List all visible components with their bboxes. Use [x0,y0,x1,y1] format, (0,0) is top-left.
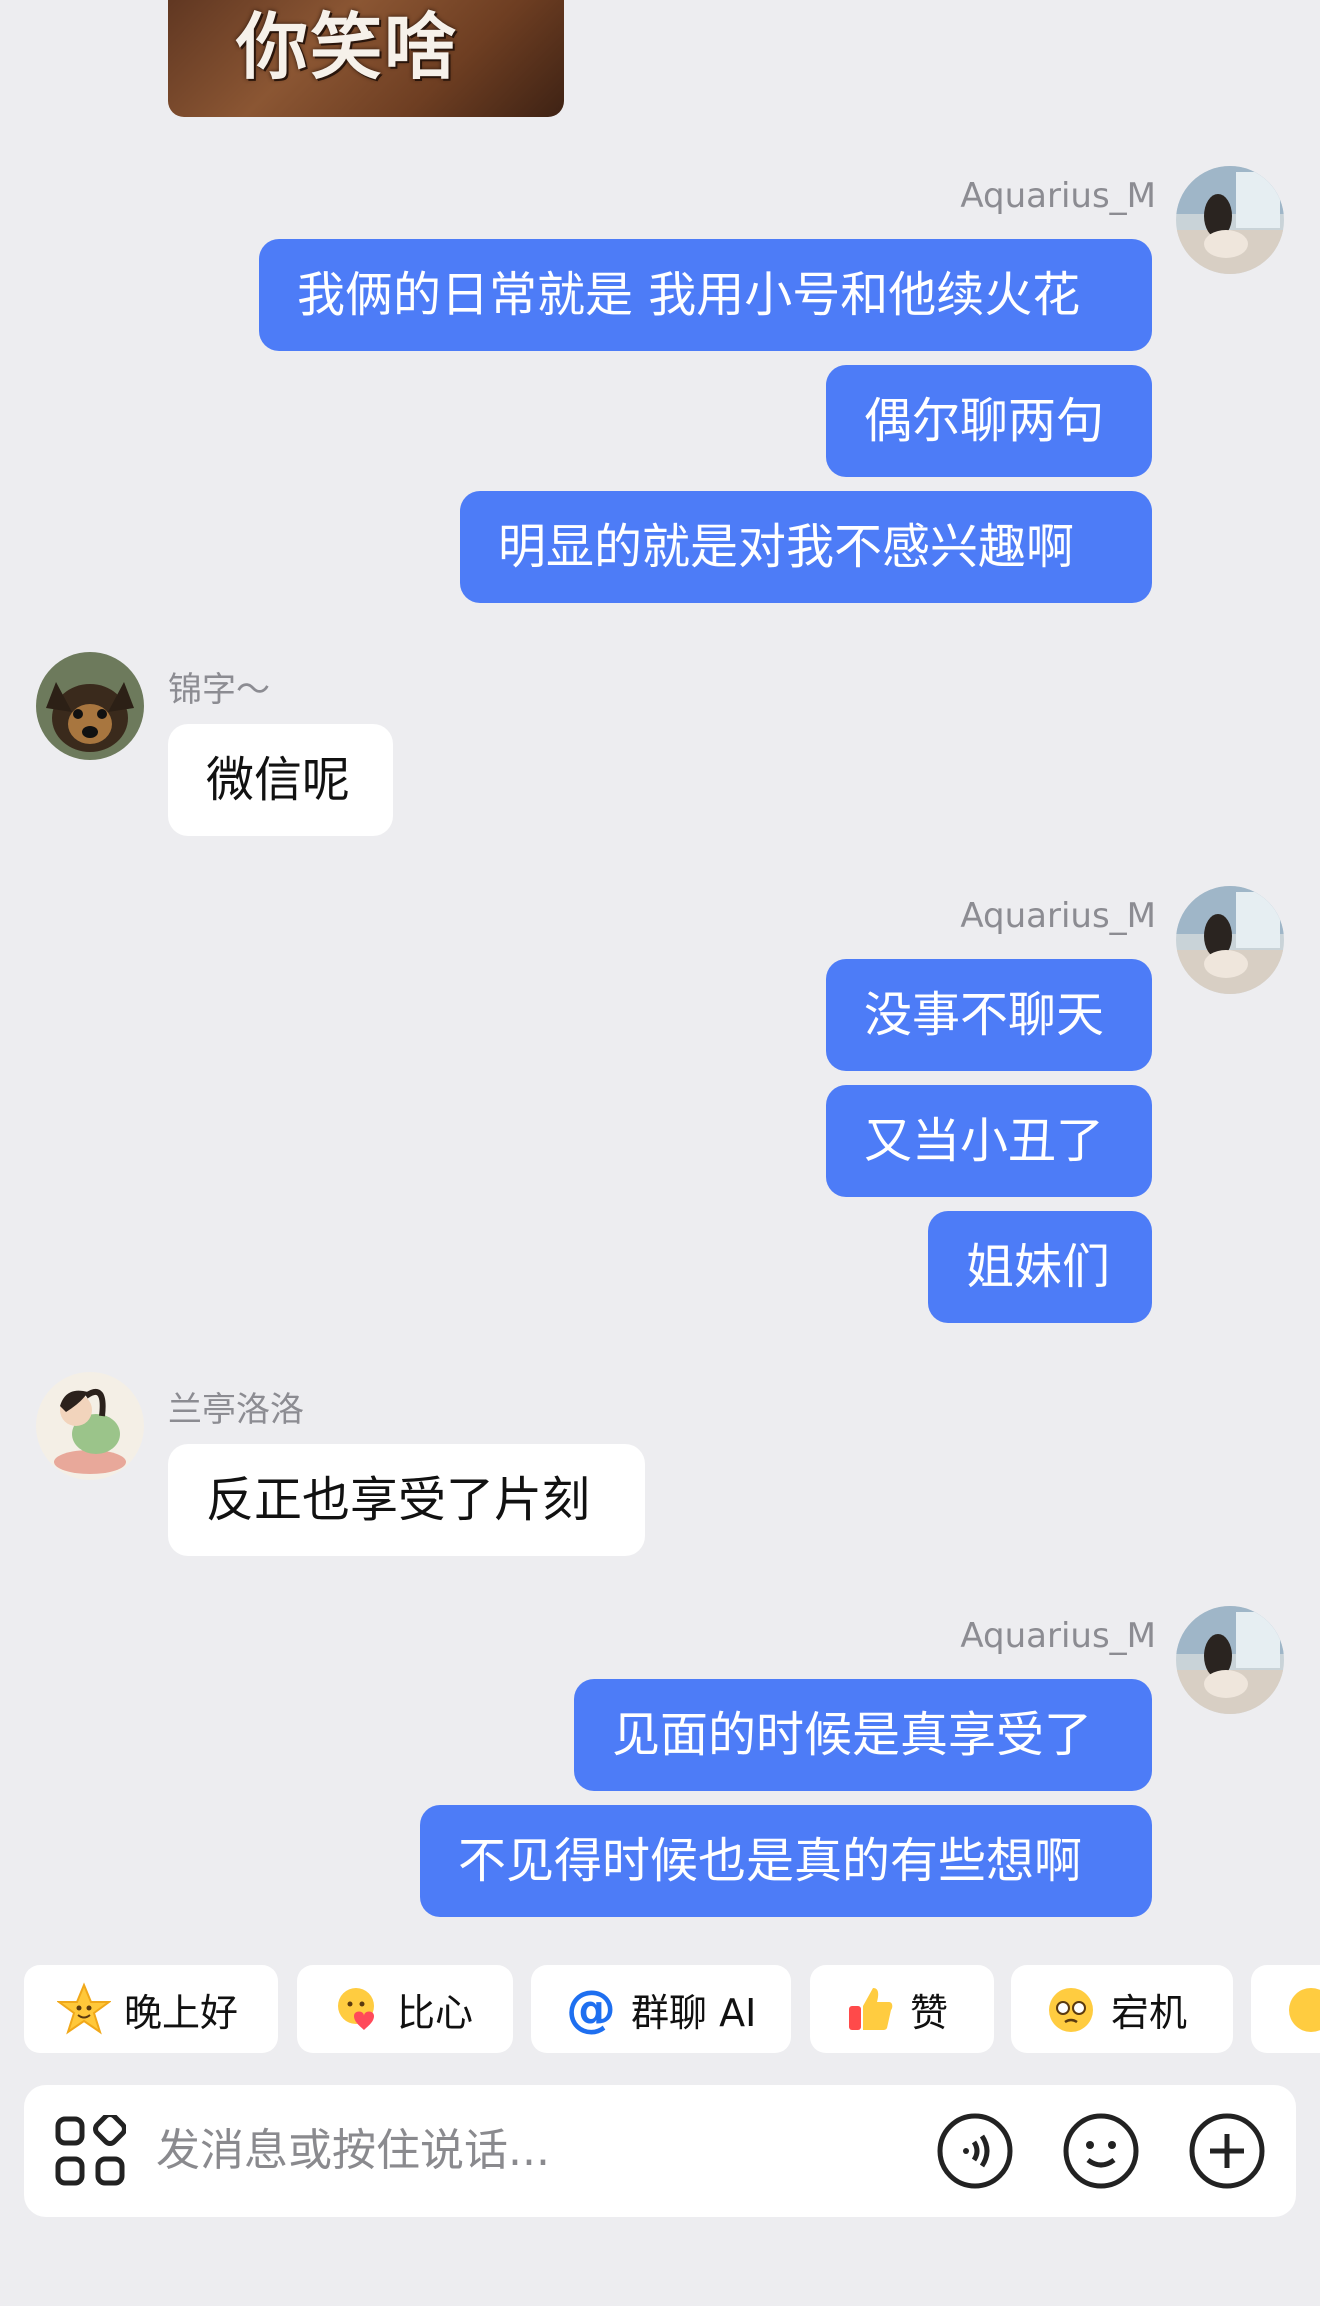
message-bubble[interactable]: 没事不聊天 [826,959,1152,1071]
emoji-icon[interactable] [1062,2112,1140,2190]
avatar-lanting[interactable] [36,1372,144,1480]
message-bubble[interactable]: 微信呢 [168,724,393,836]
quick-reply-chip[interactable]: 赞 [810,1965,994,2053]
dizzy-face-icon [1043,1981,1099,2037]
message-bubble[interactable]: 见面的时候是真享受了 [574,1679,1152,1791]
sender-name: 锦字～ [168,670,270,710]
thumbs-up-icon [842,1981,898,2037]
sender-name: Aquarius_M [960,1616,1156,1656]
quick-reply-label: 群聊 AI [631,1990,757,2035]
voice-icon[interactable] [936,2112,1014,2190]
avatar-aquarius[interactable] [1176,1606,1284,1714]
sender-name: 兰亭洛洛 [168,1390,304,1430]
quick-reply-bar[interactable]: 晚上好 比心 @ 群聊 AI 赞 宕机 [0,1965,1320,2055]
star-face-icon [56,1981,112,2037]
message-bubble[interactable]: 明显的就是对我不感兴趣啊 [460,491,1152,603]
sticker-image[interactable]: 你笑啥 [168,0,564,117]
emoji-face-icon [1283,1981,1320,2037]
apps-grid-icon[interactable] [54,2112,127,2187]
message-bubble[interactable]: 偶尔聊两句 [826,365,1152,477]
quick-reply-chip[interactable]: 晚上好 [24,1965,278,2053]
avatar-jinzi[interactable] [36,652,144,760]
quick-reply-chip-partial[interactable] [1251,1965,1320,2053]
message-bubble[interactable]: 不见得时候也是真的有些想啊 [420,1805,1152,1917]
chat-area[interactable]: 你笑啥 Aquarius_M 我俩的日常就是 我用小号和他续火花 偶尔聊两句 明… [0,0,1320,1950]
quick-reply-chip[interactable]: 比心 [297,1965,513,2053]
sender-name: Aquarius_M [960,176,1156,216]
sticker-text: 你笑啥 [236,4,459,89]
message-bubble[interactable]: 姐妹们 [928,1211,1152,1323]
quick-reply-label: 宕机 [1111,1990,1188,2035]
heart-hands-icon [329,1981,385,2037]
message-bubble[interactable]: 又当小丑了 [826,1085,1152,1197]
quick-reply-label: 晚上好 [124,1990,239,2035]
quick-reply-chip[interactable]: @ 群聊 AI [531,1965,791,2053]
avatar-aquarius[interactable] [1176,166,1284,274]
quick-reply-label: 比心 [397,1990,474,2035]
add-icon[interactable] [1188,2112,1266,2190]
avatar-aquarius[interactable] [1176,886,1284,994]
message-input-bar: 发消息或按住说话... [24,2085,1296,2217]
quick-reply-chip[interactable]: 宕机 [1011,1965,1233,2053]
message-bubble[interactable]: 我俩的日常就是 我用小号和他续火花 [259,239,1152,351]
quick-reply-label: 赞 [910,1990,949,2035]
sender-name: Aquarius_M [960,896,1156,936]
message-input[interactable]: 发消息或按住说话... [156,2085,550,2217]
message-bubble[interactable]: 反正也享受了片刻 [168,1444,645,1556]
at-icon: @ [566,1980,616,2038]
